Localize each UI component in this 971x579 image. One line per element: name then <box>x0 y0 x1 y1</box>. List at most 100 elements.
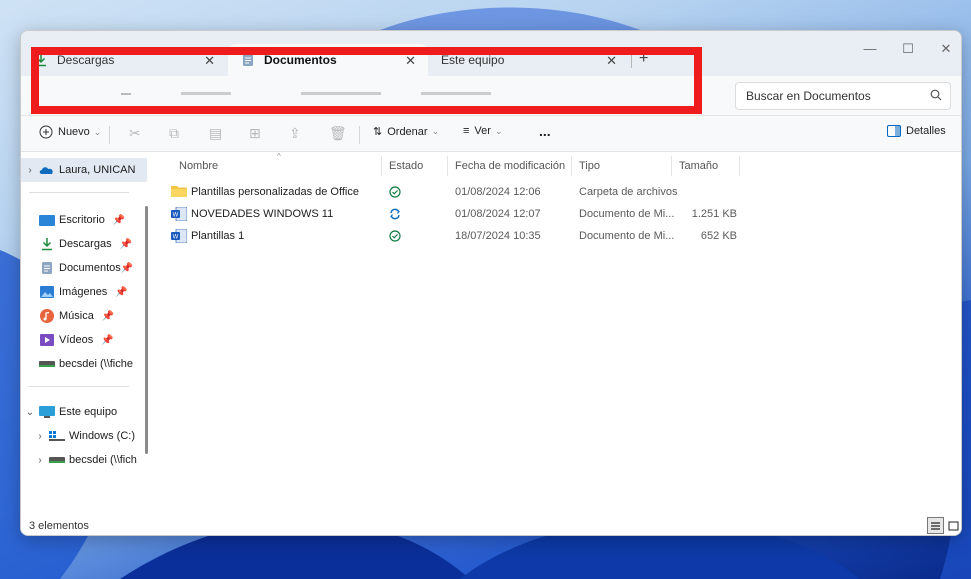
details-button[interactable]: Detalles <box>887 125 946 137</box>
sidebar-item-imagenes[interactable]: Imágenes 📌 <box>21 280 147 304</box>
file-date: 01/08/2024 12:06 <box>455 186 541 198</box>
tiles-view-button[interactable] <box>945 517 961 534</box>
sidebar-divider <box>29 192 129 193</box>
chevron-right-icon[interactable]: › <box>31 431 49 442</box>
sidebar-item-label: Escritorio <box>59 214 105 226</box>
desktop-icon <box>39 213 55 227</box>
toolbar-separator <box>109 126 110 144</box>
chevron-right-icon[interactable]: › <box>31 455 49 466</box>
sync-ok-icon <box>389 186 401 201</box>
file-row[interactable]: W Plantillas 1 18/07/2024 10:35 Document… <box>149 226 961 248</box>
delete-icon[interactable]: 🗑 <box>329 125 347 142</box>
sidebar-item-label: Windows (C:) <box>69 430 136 442</box>
status-bar: 3 elementos <box>21 515 961 535</box>
chevron-down-icon: ⌄ <box>93 126 102 137</box>
word-document-icon: W <box>171 206 188 224</box>
column-header-type[interactable]: Tipo <box>579 160 600 172</box>
folder-icon <box>171 185 187 200</box>
sync-ok-icon <box>389 230 401 245</box>
highlight-annotation <box>31 47 702 114</box>
column-separator[interactable] <box>739 156 740 176</box>
more-options-button[interactable]: ... <box>539 123 551 139</box>
item-count: 3 elementos <box>29 520 89 532</box>
sidebar-item-label: Este equipo <box>59 406 118 418</box>
sidebar-item-label: Documentos <box>59 262 121 274</box>
pin-icon: 📌 <box>101 310 115 322</box>
file-row[interactable]: W NOVEDADES WINDOWS 11 01/08/2024 12:07 … <box>149 204 961 226</box>
chevron-right-icon[interactable]: › <box>21 165 39 176</box>
file-name: Plantillas 1 <box>191 230 245 242</box>
video-icon <box>39 333 55 347</box>
sidebar-item-descargas[interactable]: Descargas 📌 <box>21 232 147 256</box>
cut-icon[interactable]: ✂ <box>129 125 141 142</box>
cloud-icon <box>39 163 55 177</box>
details-pane-icon <box>887 125 901 137</box>
chevron-down-icon[interactable]: ⌄ <box>21 407 39 418</box>
sidebar-item-escritorio[interactable]: Escritorio 📌 <box>21 208 147 232</box>
file-name: NOVEDADES WINDOWS 11 <box>191 208 334 220</box>
new-button[interactable]: Nuevo ⌄ <box>39 125 101 139</box>
navigation-pane: › Laura, UNICAN Escritorio 📌 Descargas 📌 <box>21 152 149 515</box>
column-header-status[interactable]: Estado <box>389 160 423 172</box>
sidebar-divider <box>29 386 129 387</box>
sidebar-item-label: becsdei (\\fich <box>69 454 137 466</box>
sort-label: Ordenar <box>387 125 428 138</box>
file-name: Plantillas personalizadas de Office <box>191 186 359 198</box>
sidebar-item-network-drive[interactable]: becsdei (\\fiche <box>21 352 147 376</box>
computer-icon <box>39 405 55 419</box>
column-header-name[interactable]: Nombre <box>179 160 218 172</box>
sidebar-item-network-drive-2[interactable]: › becsdei (\\fich <box>31 448 157 472</box>
network-drive-icon <box>39 357 55 371</box>
sidebar-item-label: becsdei (\\fiche <box>59 358 133 370</box>
column-separator[interactable] <box>381 156 382 176</box>
toolbar-separator <box>359 126 360 144</box>
file-type: Documento de Mi... <box>579 208 675 220</box>
sidebar-scrollbar[interactable] <box>145 206 148 454</box>
download-icon <box>39 237 55 251</box>
pin-icon: 📌 <box>112 214 126 226</box>
sidebar-item-documentos[interactable]: Documentos 📌 <box>21 256 147 280</box>
sidebar-item-label: Laura, UNICAN <box>59 164 136 176</box>
view-button[interactable]: ≡ Ver ⌄ <box>463 125 502 137</box>
sort-ascending-icon: ^ <box>277 152 281 161</box>
column-header-size[interactable]: Tamaño <box>679 160 718 172</box>
search-box[interactable] <box>735 82 951 110</box>
sidebar-item-label: Descargas <box>59 238 112 250</box>
column-header-date[interactable]: Fecha de modificación <box>455 160 565 172</box>
search-input[interactable] <box>746 89 926 103</box>
file-date: 18/07/2024 10:35 <box>455 230 541 242</box>
sidebar-item-label: Música <box>59 310 94 322</box>
paste-icon[interactable]: ▤ <box>209 125 222 142</box>
drive-icon <box>49 429 65 443</box>
sidebar-item-windows-c[interactable]: › Windows (C:) <box>31 424 157 448</box>
file-type: Carpeta de archivos <box>579 186 678 198</box>
column-separator[interactable] <box>671 156 672 176</box>
file-date: 01/08/2024 12:07 <box>455 208 541 220</box>
svg-text:W: W <box>173 213 179 219</box>
sort-button[interactable]: ⇅ Ordenar ⌄ <box>373 125 440 139</box>
chevron-down-icon: ⌄ <box>431 126 440 136</box>
search-icon[interactable] <box>930 89 942 104</box>
add-circle-icon <box>39 125 53 139</box>
sidebar-item-videos[interactable]: Vídeos 📌 <box>21 328 147 352</box>
share-icon[interactable]: ⇪ <box>289 125 301 142</box>
details-view-button[interactable] <box>927 517 944 534</box>
view-label: Ver <box>474 125 491 137</box>
details-label: Detalles <box>906 125 946 137</box>
sidebar-item-este-equipo[interactable]: ⌄ Este equipo <box>21 400 147 424</box>
file-row[interactable]: Plantillas personalizadas de Office 01/0… <box>149 182 961 204</box>
rename-icon[interactable]: ⊞ <box>249 125 261 142</box>
close-window-button[interactable]: ✕ <box>923 41 961 57</box>
pin-icon: 📌 <box>120 262 134 274</box>
column-separator[interactable] <box>447 156 448 176</box>
network-drive-icon <box>49 453 65 467</box>
new-label: Nuevo <box>58 126 90 138</box>
file-type: Documento de Mi... <box>579 230 675 242</box>
file-explorer-window: Descargas ✕ Documentos ✕ Este equipo ✕ +… <box>20 30 962 536</box>
view-icon: ≡ <box>463 125 470 137</box>
column-separator[interactable] <box>571 156 572 176</box>
copy-icon[interactable]: ⧉ <box>169 125 179 142</box>
sidebar-item-musica[interactable]: Música 📌 <box>21 304 147 328</box>
pin-icon: 📌 <box>101 334 114 346</box>
sidebar-item-onedrive[interactable]: › Laura, UNICAN <box>21 158 147 182</box>
